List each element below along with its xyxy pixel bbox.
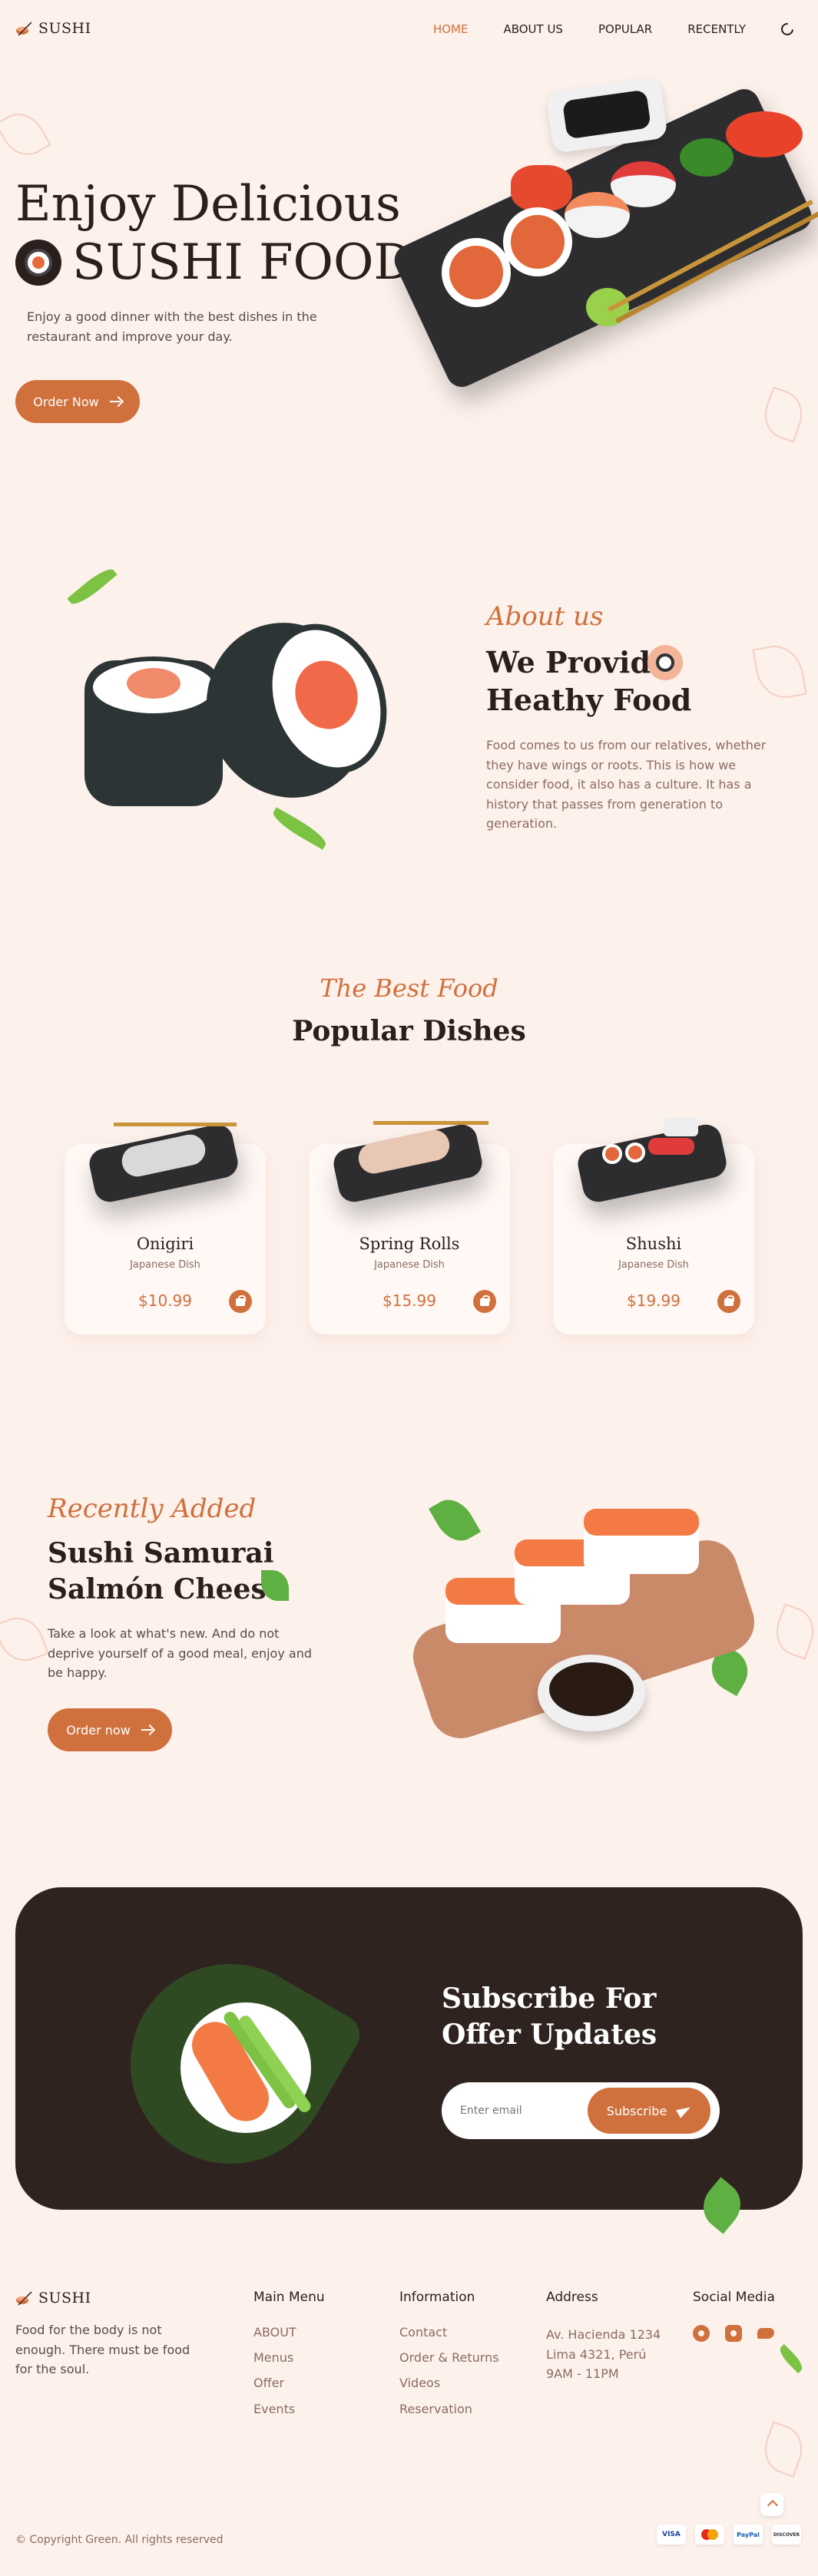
- send-icon: [677, 2104, 691, 2118]
- shushi-image: [571, 1113, 736, 1205]
- site-header: SUSHI HOME ABOUT US POPULAR RECENTLY: [0, 0, 818, 61]
- about-sushi-rolls-image: [61, 564, 407, 868]
- footer-heading: Information: [399, 2290, 475, 2305]
- arrow-right-icon: [141, 1725, 154, 1734]
- temaki-image: [94, 1927, 369, 2201]
- footer-link-order-returns[interactable]: Order & Returns: [399, 2350, 499, 2365]
- logo[interactable]: SUSHI: [15, 20, 91, 37]
- instagram-icon[interactable]: [725, 2325, 742, 2342]
- nav-about-us[interactable]: ABOUT US: [503, 22, 563, 36]
- dish-name: Shushi: [625, 1235, 682, 1253]
- visa-icon: VISA: [657, 2525, 686, 2545]
- hero-title-line2-wrap: SUSHI FOOD: [15, 234, 413, 291]
- footer-logo[interactable]: SUSHI: [15, 2290, 91, 2306]
- dish-subtitle: Japanese Dish: [618, 1259, 689, 1271]
- popular-title: Popular Dishes: [292, 1015, 526, 1047]
- discover-icon: DISCOVER: [772, 2525, 801, 2545]
- twitter-icon[interactable]: [757, 2325, 774, 2342]
- about-title: We Provide Heathy Food: [486, 643, 717, 719]
- nav-recently[interactable]: RECENTLY: [687, 22, 746, 36]
- nav-popular[interactable]: POPULAR: [598, 22, 652, 36]
- footer-link-events[interactable]: Events: [253, 2402, 325, 2416]
- sushi-roll-icon: [647, 645, 683, 680]
- salmon-sushi-board-image: [399, 1490, 763, 1758]
- order-now-label: Order Now: [33, 394, 99, 409]
- decor-leaf-outline: [0, 1610, 49, 1668]
- decor-leaf-outline: [757, 2421, 810, 2478]
- email-input[interactable]: [460, 2101, 583, 2121]
- dish-card-onigiri[interactable]: Onigiri Japanese Dish $10.99: [65, 1122, 266, 1334]
- subscribe-form: Subscribe: [442, 2082, 720, 2139]
- order-now-label: Order now: [66, 1722, 131, 1738]
- footer-social: Social Media: [693, 2290, 775, 2342]
- hero-description: Enjoy a good dinner with the best dishes…: [27, 309, 317, 344]
- logo-text: SUSHI: [38, 20, 91, 37]
- facebook-icon[interactable]: [693, 2325, 710, 2342]
- dish-card-shushi[interactable]: Shushi Japanese Dish $19.99: [553, 1117, 754, 1334]
- hero-sushi-board-image: [388, 76, 818, 392]
- hero-title-line1: Enjoy Delicious: [15, 176, 401, 233]
- decor-leaf-outline: [769, 1603, 818, 1660]
- address-hours: 9AM - 11PM: [546, 2366, 619, 2382]
- footer-address: Address Av. Hacienda 1234 Lima 4321, Per…: [546, 2290, 661, 2384]
- footer-description: Food for the body is not enough. There m…: [15, 2323, 190, 2377]
- paypal-icon: PayPal: [734, 2525, 763, 2545]
- decor-leaf-outline: [757, 386, 810, 443]
- main-nav: HOME ABOUT US POPULAR RECENTLY: [433, 20, 796, 38]
- recently-script-title: Recently Added: [48, 1493, 257, 1524]
- scroll-up-button[interactable]: [760, 2493, 783, 2516]
- arrow-right-icon: [109, 397, 122, 406]
- address-line: Lima 4321, Perú: [546, 2346, 647, 2362]
- footer-heading: Main Menu: [253, 2290, 325, 2305]
- social-icons: [693, 2325, 775, 2342]
- about-script-title: About us: [486, 601, 604, 632]
- shopping-bag-icon[interactable]: [473, 1290, 496, 1313]
- sushi-logo-icon: [16, 2291, 32, 2306]
- footer-link-videos[interactable]: Videos: [399, 2376, 499, 2390]
- sushi-logo-icon: [16, 21, 32, 36]
- recently-text: Take a look at what's new. And do not de…: [48, 1626, 312, 1681]
- mastercard-icon: [695, 2525, 724, 2545]
- spring-rolls-image: [327, 1113, 492, 1205]
- footer-information: Information Contact Order & Returns Vide…: [399, 2290, 499, 2427]
- shopping-bag-icon[interactable]: [717, 1290, 740, 1313]
- shopping-bag-icon[interactable]: [229, 1290, 252, 1313]
- about-text: Food comes to us from our relatives, whe…: [486, 738, 767, 832]
- footer-main-menu: Main Menu ABOUT Menus Offer Events: [253, 2290, 325, 2427]
- footer-logo-text: SUSHI: [38, 2290, 91, 2306]
- address-line: Av. Hacienda 1234: [546, 2327, 661, 2342]
- dish-subtitle: Japanese Dish: [374, 1259, 445, 1271]
- footer-heading: Social Media: [693, 2290, 775, 2305]
- footer-link-offer[interactable]: Offer: [253, 2376, 325, 2390]
- subscribe-title: Subscribe For Offer Updates: [442, 1982, 657, 2051]
- copyright: © Copyright Green. All rights reserved: [15, 2534, 224, 2546]
- leaf-icon: [776, 2343, 806, 2374]
- order-now-button[interactable]: Order Now: [15, 380, 140, 423]
- dish-card-spring-rolls[interactable]: Spring Rolls Japanese Dish $15.99: [309, 1121, 510, 1334]
- popular-script-title: The Best Food: [320, 974, 498, 1003]
- nav-home[interactable]: HOME: [433, 22, 469, 36]
- dish-name: Onigiri: [136, 1235, 194, 1253]
- footer-link-contact[interactable]: Contact: [399, 2325, 499, 2340]
- subscribe-label: Subscribe: [606, 2103, 667, 2118]
- mastercard-circle-orange: [707, 2529, 718, 2540]
- dish-subtitle: Japanese Dish: [130, 1259, 200, 1271]
- hero-title-line2: SUSHI FOOD: [72, 234, 413, 291]
- footer-link-reservation[interactable]: Reservation: [399, 2402, 499, 2416]
- footer-heading: Address: [546, 2290, 598, 2305]
- decor-leaf-outline: [0, 104, 51, 164]
- sushi-roll-icon: [15, 240, 61, 286]
- footer-link-about[interactable]: ABOUT: [253, 2325, 325, 2340]
- moon-icon[interactable]: [778, 20, 796, 38]
- onigiri-image: [83, 1113, 247, 1205]
- footer-link-menus[interactable]: Menus: [253, 2350, 325, 2365]
- decor-leaf-outline: [752, 641, 807, 703]
- subscribe-button[interactable]: Subscribe: [588, 2088, 710, 2134]
- dish-name: Spring Rolls: [359, 1235, 460, 1253]
- order-now-button-recently[interactable]: Order now: [48, 1708, 172, 1751]
